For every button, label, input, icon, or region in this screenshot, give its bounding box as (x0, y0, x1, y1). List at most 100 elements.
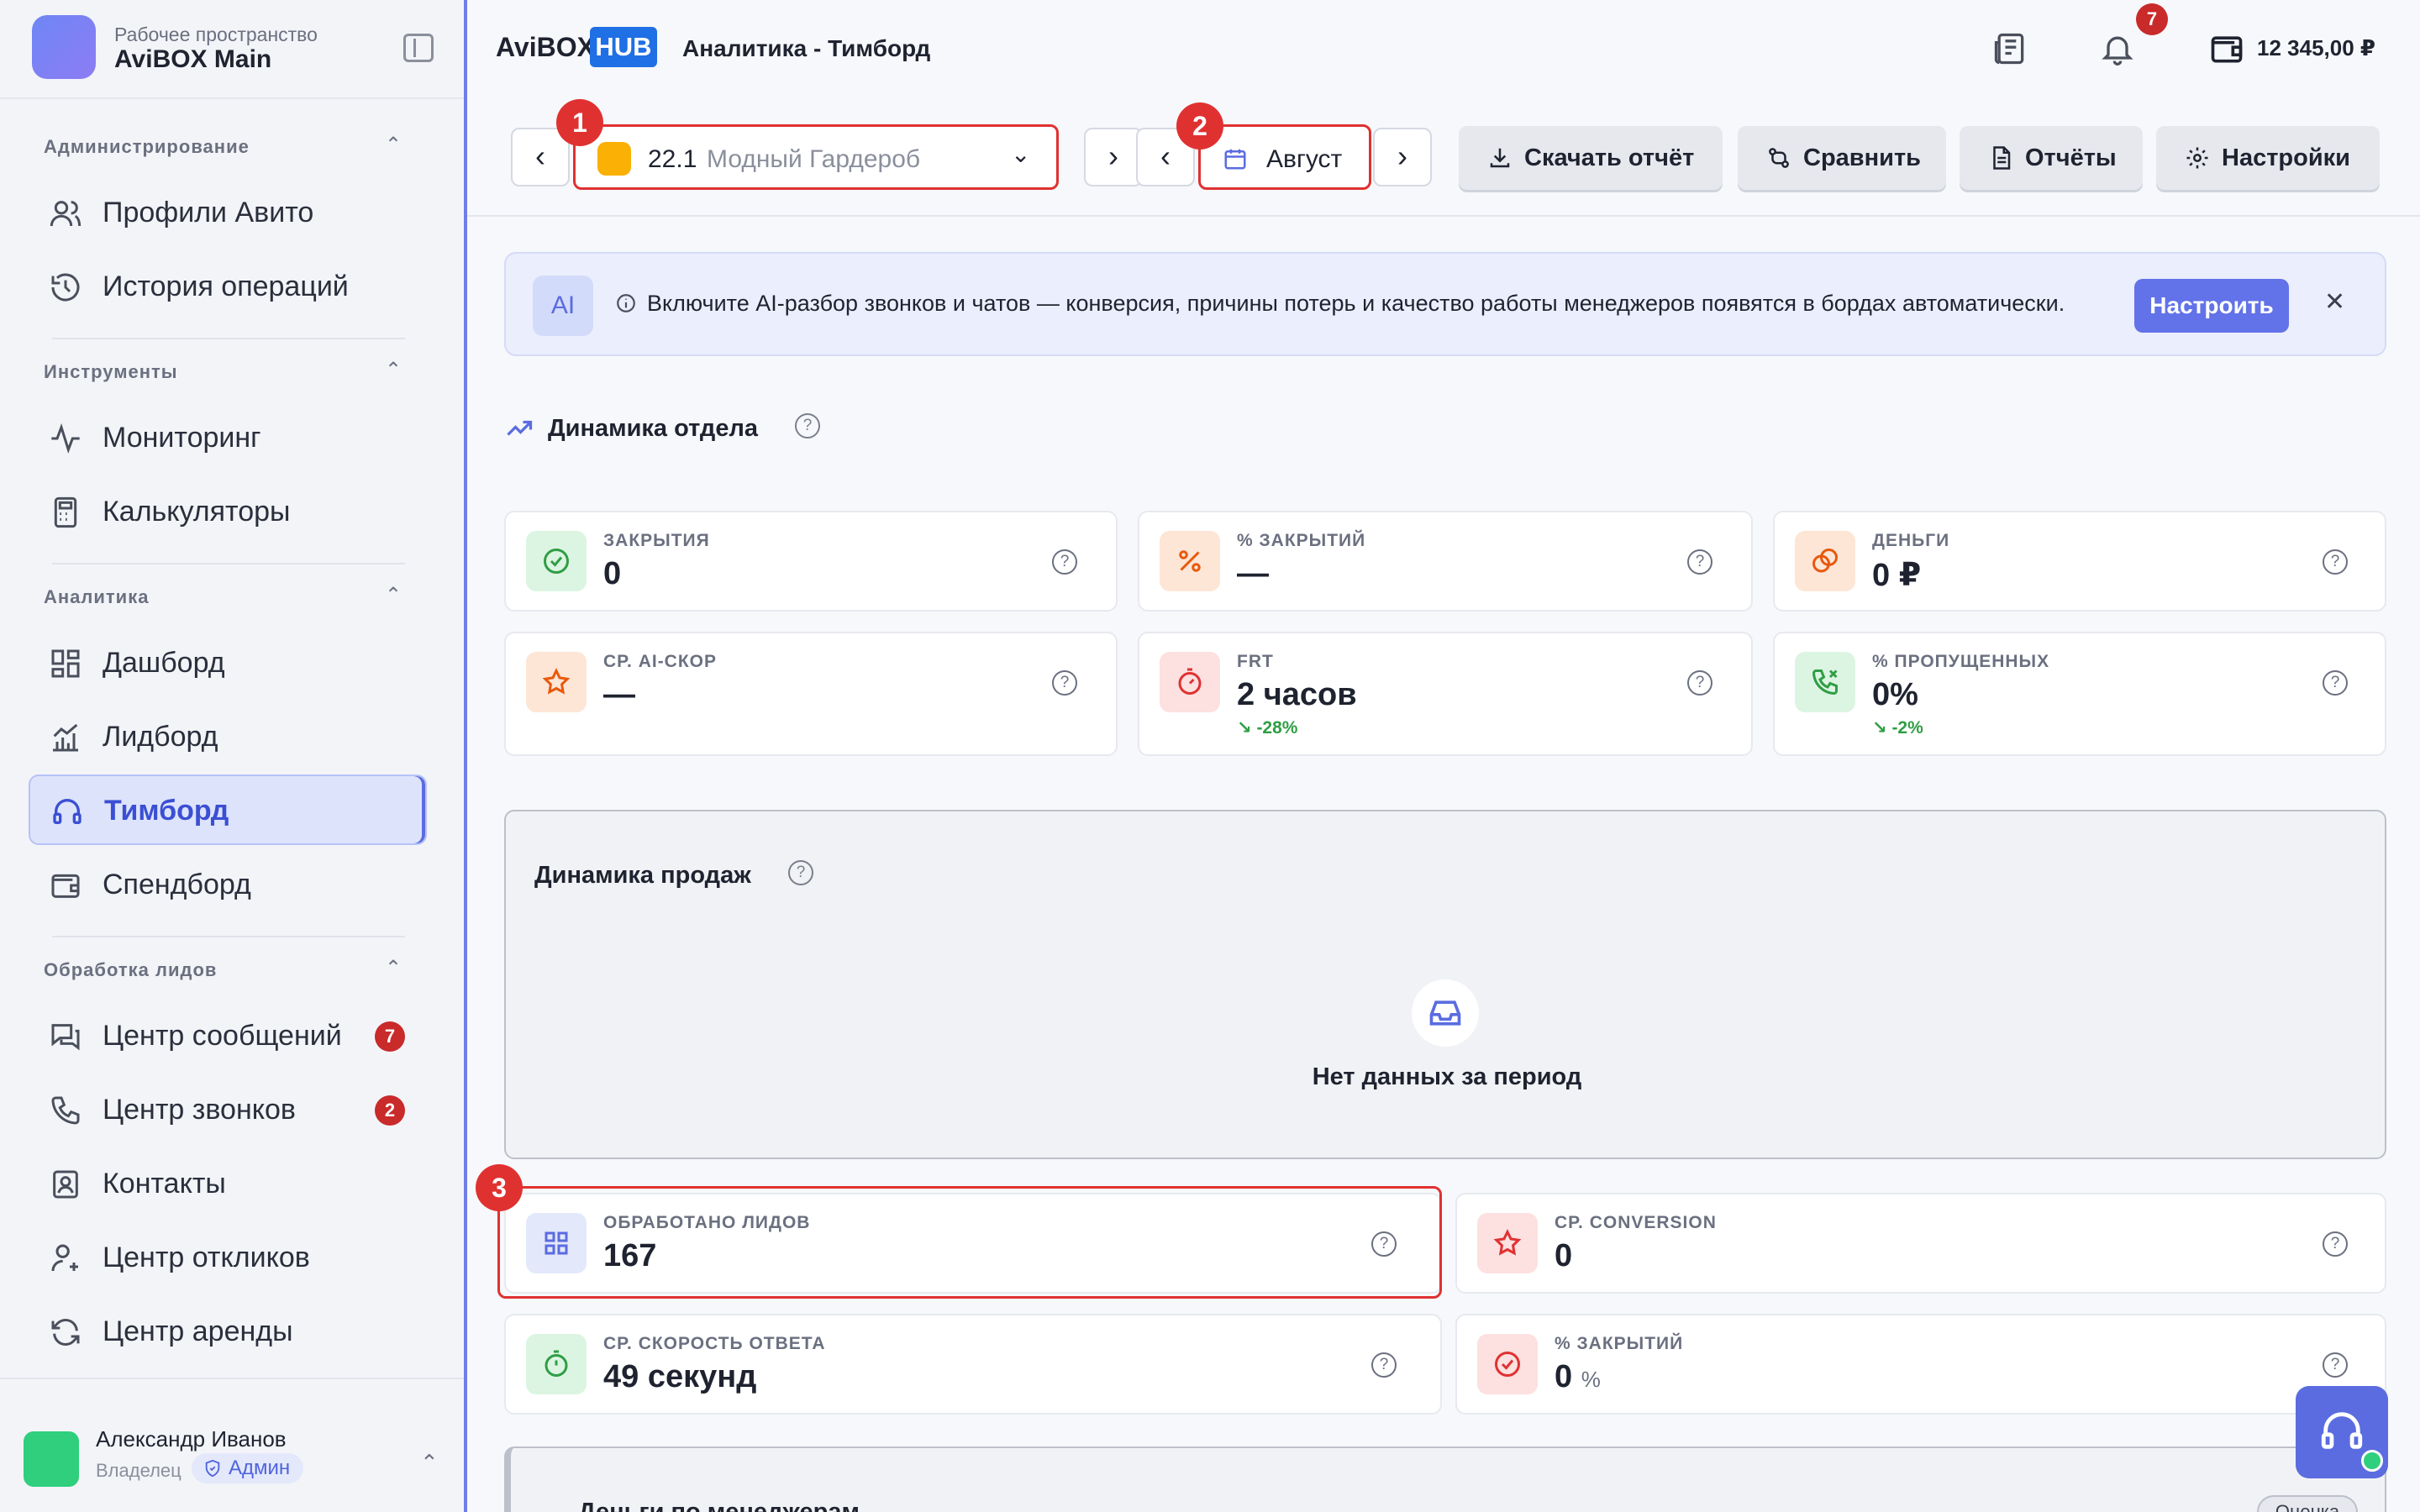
period-selector[interactable]: Август (1198, 124, 1371, 190)
shield-icon (205, 1459, 220, 1478)
phone-icon (51, 1096, 80, 1125)
help-icon[interactable]: ? (2323, 1352, 2348, 1378)
star-icon (526, 652, 587, 712)
shop-avatar (597, 142, 631, 176)
help-icon[interactable]: ? (1371, 1352, 1397, 1378)
news-icon[interactable] (1991, 30, 2028, 67)
metric-card-closing-rate-2: % ЗАКРЫТИЙ 0 % ? (1455, 1314, 2386, 1415)
sidebar-item-leadboard[interactable]: Лидборд (29, 702, 427, 773)
help-icon[interactable]: ? (1052, 670, 1077, 696)
sidebar-item-label: Мониторинг (103, 422, 261, 454)
metric-card-conversion: СР. CONVERSION 0 ? (1455, 1193, 2386, 1294)
settings-button[interactable]: Настройки (2156, 126, 2380, 190)
metric-value: 0 (603, 556, 622, 591)
sidebar-item-label: Лидборд (103, 721, 218, 753)
bell-icon[interactable] (2099, 30, 2136, 67)
sales-dynamics-title: Динамика продаж (534, 862, 751, 889)
refresh-icon (51, 1318, 80, 1347)
help-icon[interactable]: ? (1052, 549, 1077, 575)
sidebar-item-responses[interactable]: Центр откликов (29, 1223, 427, 1294)
check-circle-icon (1477, 1334, 1538, 1394)
settings-label: Настройки (2222, 144, 2351, 171)
metric-value: — (603, 677, 635, 712)
metric-value: 2 часов (1237, 677, 1357, 712)
help-icon[interactable]: ? (795, 413, 820, 438)
dashboard-icon (51, 649, 80, 678)
reports-button[interactable]: Отчёты (1960, 126, 2143, 190)
shop-selector[interactable]: 22.1 Модный Гардероб ⌄ (573, 124, 1059, 190)
section-leads-title: Обработка лидов (44, 959, 218, 980)
chevron-up-icon[interactable]: ⌃ (381, 358, 405, 381)
annotation-highlight (497, 1186, 1442, 1299)
reports-label: Отчёты (2025, 144, 2117, 171)
metric-label: ДЕНЬГИ (1872, 531, 1950, 550)
top-header: AviBOX HUB Аналитика - Тимборд 7 12 345,… (467, 0, 2420, 99)
metric-label: СР. CONVERSION (1555, 1213, 1717, 1232)
close-icon[interactable]: ✕ (2324, 287, 2345, 317)
ai-badge: AI (533, 276, 593, 336)
help-icon[interactable]: ? (2323, 670, 2348, 696)
inbox-icon (1412, 979, 1479, 1047)
sidebar-item-spendboard[interactable]: Спендборд (29, 850, 427, 921)
sidebar-item-label: Центр звонков (103, 1094, 296, 1126)
help-icon[interactable]: ? (788, 860, 813, 885)
chevron-up-icon[interactable]: ⌃ (381, 956, 405, 979)
timer-icon (1160, 652, 1220, 712)
metric-label: СР. СКОРОСТЬ ОТВЕТА (603, 1334, 826, 1353)
sidebar-item-teamboard[interactable]: Тимборд (29, 774, 427, 845)
online-status-dot (2361, 1450, 2383, 1472)
sidebar-item-monitoring[interactable]: Мониторинг (29, 403, 427, 474)
trending-up-icon (507, 420, 533, 436)
annotation-marker-2: 2 (1176, 102, 1223, 150)
help-icon[interactable]: ? (1687, 670, 1712, 696)
compare-button[interactable]: Сравнить (1738, 126, 1946, 190)
sidebar-item-contacts[interactable]: Контакты (29, 1149, 427, 1220)
divider (52, 563, 405, 564)
user-response-icon (51, 1244, 78, 1272)
metric-delta-value: -2% (1891, 718, 1923, 738)
next-shop-button[interactable]: › (1084, 128, 1143, 186)
sidebar-item-avito-profiles[interactable]: Профили Авито (29, 178, 427, 249)
sidebar-item-label: Калькуляторы (103, 496, 291, 528)
sidebar-collapse-icon[interactable] (403, 34, 434, 62)
download-report-label: Скачать отчёт (1524, 144, 1695, 171)
metric-card-missed: % ПРОПУЩЕННЫХ 0% ↘ -2% ? (1773, 632, 2386, 756)
role-badge-label: Админ (229, 1457, 291, 1479)
sidebar-item-dashboard[interactable]: Дашборд (29, 628, 427, 699)
managers-money-title: Деньги по менеджерам (578, 1499, 860, 1512)
help-icon[interactable]: ? (2323, 1231, 2348, 1257)
help-icon[interactable]: ? (2323, 549, 2348, 575)
user-profile[interactable]: Александр Иванов Владелец Админ ⌃ (0, 1378, 464, 1512)
sidebar-item-calls[interactable]: Центр звонков 2 (29, 1075, 427, 1146)
next-period-button[interactable]: › (1373, 128, 1432, 186)
check-circle-icon (526, 531, 587, 591)
metric-value: 0 (1555, 1238, 1573, 1273)
help-icon[interactable]: ? (1687, 549, 1712, 575)
section-tools-title: Инструменты (44, 361, 178, 382)
download-report-button[interactable]: Скачать отчёт (1459, 126, 1723, 190)
wallet-icon[interactable] (2208, 30, 2245, 67)
role-badge: Админ (192, 1453, 304, 1483)
metric-value: 0 ₽ (1872, 558, 1922, 593)
balance[interactable]: 12 345,00 ₽ (2257, 35, 2375, 61)
metric-value: 0% (1872, 677, 1918, 712)
workspace-switcher[interactable]: Рабочее пространство AviBOX Main (0, 0, 464, 99)
sidebar-item-rental[interactable]: Центр аренды (29, 1297, 427, 1368)
managers-money-panel: Деньги по менеджерам Оценка (504, 1446, 2386, 1512)
configure-button[interactable]: Настроить (2134, 279, 2289, 333)
chevron-up-icon[interactable]: ⌃ (420, 1450, 439, 1476)
metric-label: ЗАКРЫТИЯ (603, 531, 710, 550)
metric-card-frt: FRT 2 часов ↘ -28% ? (1138, 632, 1753, 756)
sidebar-item-operations-history[interactable]: История операций (29, 252, 427, 323)
support-chat-button[interactable] (2296, 1386, 2388, 1478)
chevron-down-icon: ⌄ (1011, 141, 1031, 167)
metric-label: % ЗАКРЫТИЙ (1237, 531, 1366, 550)
metric-value: — (1237, 556, 1269, 591)
chevron-up-icon[interactable]: ⌃ (381, 583, 405, 606)
chevron-up-icon[interactable]: ⌃ (381, 133, 405, 156)
sidebar-item-calculators[interactable]: Калькуляторы (29, 477, 427, 548)
info-icon (617, 294, 635, 312)
rating-chip[interactable]: Оценка (2257, 1495, 2358, 1512)
sidebar-item-messages[interactable]: Центр сообщений 7 (29, 1001, 427, 1072)
workspace-subtitle: Рабочее пространство (114, 24, 318, 45)
